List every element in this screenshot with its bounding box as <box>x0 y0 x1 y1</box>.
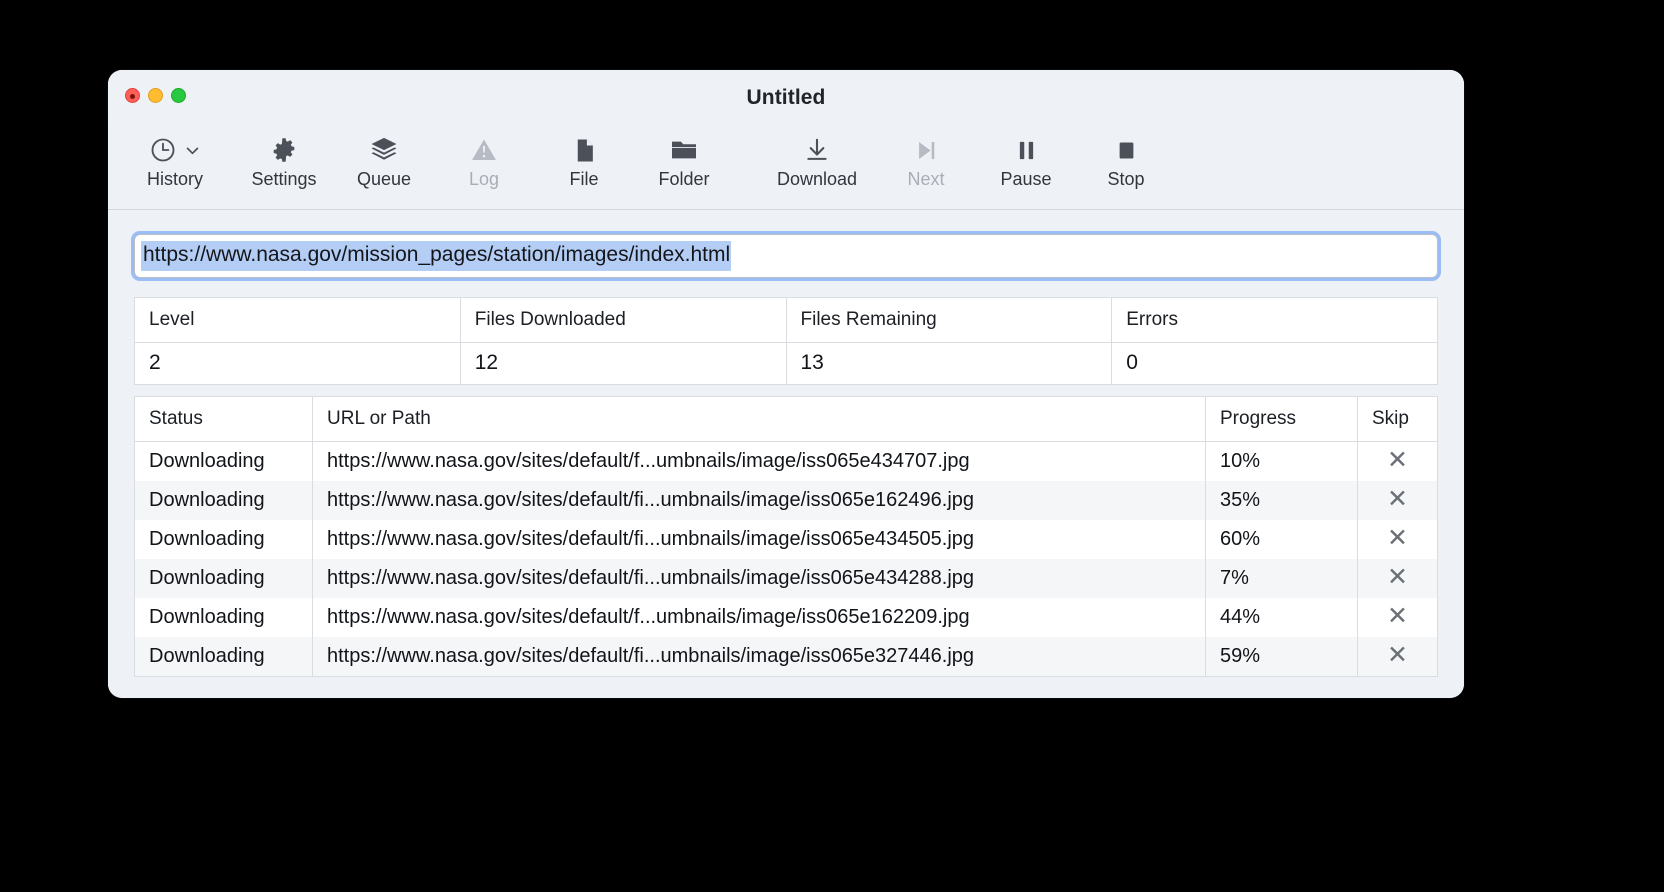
toolbar-button-settings[interactable]: Settings <box>234 126 334 188</box>
document-icon <box>571 132 598 168</box>
row-progress: 44% <box>1205 598 1358 637</box>
row-url: https://www.nasa.gov/sites/default/fi...… <box>312 520 1206 559</box>
row-skip-cell[interactable]: ✕ <box>1357 637 1438 677</box>
downloads-header-progress[interactable]: Progress <box>1205 396 1358 442</box>
stats-value-files-downloaded: 12 <box>460 342 787 385</box>
toolbar-button-history[interactable]: History <box>116 126 234 188</box>
download-arrow-icon <box>803 132 831 168</box>
downloads-table: Status URL or Path Progress Skip Downloa… <box>134 396 1438 677</box>
row-status: Downloading <box>134 559 313 598</box>
stats-panel: Level Files Downloaded Files Remaining E… <box>134 297 1438 385</box>
downloads-header-skip[interactable]: Skip <box>1357 396 1438 442</box>
toolbar-label-folder: Folder <box>658 169 710 189</box>
toolbar-button-folder[interactable]: Folder <box>634 126 734 188</box>
stats-value-files-remaining: 13 <box>786 342 1113 385</box>
downloads-header-status[interactable]: Status <box>134 396 313 442</box>
stats-header-level: Level <box>134 297 461 343</box>
stop-square-icon <box>1114 132 1139 168</box>
toolbar-label-stop: Stop <box>1107 169 1145 189</box>
window-titlebar: Untitled <box>108 70 1464 126</box>
desktop-background: Untitled History Settings Queue Log File… <box>0 0 1664 892</box>
toolbar-label-next: Next <box>907 169 945 189</box>
window-title: Untitled <box>746 86 826 109</box>
toolbar-button-file[interactable]: File <box>534 126 634 188</box>
toolbar-button-next: Next <box>876 126 976 188</box>
chevron-down-icon[interactable] <box>184 132 201 168</box>
stats-value-level: 2 <box>134 342 461 385</box>
table-row[interactable]: Downloading https://www.nasa.gov/sites/d… <box>134 598 1438 637</box>
downloads-header-row: Status URL or Path Progress Skip <box>134 396 1438 442</box>
row-progress: 10% <box>1205 441 1358 481</box>
gear-icon <box>270 132 298 168</box>
skip-close-icon[interactable]: ✕ <box>1387 604 1408 629</box>
skip-close-icon[interactable]: ✕ <box>1387 448 1408 473</box>
stats-table: Level Files Downloaded Files Remaining E… <box>134 297 1438 385</box>
table-row[interactable]: Downloading https://www.nasa.gov/sites/d… <box>134 481 1438 520</box>
table-row[interactable]: Downloading https://www.nasa.gov/sites/d… <box>134 559 1438 598</box>
toolbar-label-pause: Pause <box>1000 169 1052 189</box>
skip-close-icon[interactable]: ✕ <box>1387 643 1408 668</box>
app-window: Untitled History Settings Queue Log File… <box>108 70 1464 698</box>
stats-value-errors: 0 <box>1111 342 1438 385</box>
toolbar-label-log: Log <box>468 169 500 189</box>
toolbar-label-download: Download <box>776 169 858 189</box>
row-skip-cell[interactable]: ✕ <box>1357 598 1438 637</box>
url-input-value[interactable]: https://www.nasa.gov/mission_pages/stati… <box>141 241 732 271</box>
pause-icon <box>1013 132 1040 168</box>
skip-close-icon[interactable]: ✕ <box>1387 565 1408 590</box>
stats-header-row: Level Files Downloaded Files Remaining E… <box>134 297 1438 343</box>
row-progress: 35% <box>1205 481 1358 520</box>
row-skip-cell[interactable]: ✕ <box>1357 441 1438 481</box>
toolbar-button-log: Log <box>434 126 534 188</box>
downloads-panel: Status URL or Path Progress Skip Downloa… <box>134 396 1438 677</box>
row-progress: 59% <box>1205 637 1358 677</box>
row-progress: 60% <box>1205 520 1358 559</box>
stats-header-files-downloaded: Files Downloaded <box>460 297 787 343</box>
stats-value-row: 2 12 13 0 <box>134 342 1438 385</box>
url-input[interactable]: https://www.nasa.gov/mission_pages/stati… <box>134 234 1438 278</box>
row-url: https://www.nasa.gov/sites/default/fi...… <box>312 481 1206 520</box>
main-toolbar: History Settings Queue Log File Folder D… <box>108 126 1464 210</box>
window-content: https://www.nasa.gov/mission_pages/stati… <box>108 210 1464 698</box>
row-url: https://www.nasa.gov/sites/default/f...u… <box>312 598 1206 637</box>
skip-close-icon[interactable]: ✕ <box>1387 526 1408 551</box>
stats-header-files-remaining: Files Remaining <box>786 297 1113 343</box>
toolbar-right-group: Download Next Pause Stop <box>758 126 1176 210</box>
toolbar-button-download[interactable]: Download <box>758 126 876 188</box>
row-progress: 7% <box>1205 559 1358 598</box>
toolbar-button-pause[interactable]: Pause <box>976 126 1076 188</box>
row-status: Downloading <box>134 481 313 520</box>
row-status: Downloading <box>134 598 313 637</box>
clock-icon <box>149 132 177 168</box>
table-row[interactable]: Downloading https://www.nasa.gov/sites/d… <box>134 520 1438 559</box>
folder-icon <box>669 132 699 168</box>
toolbar-left-group: History Settings Queue Log File Folder <box>116 126 734 210</box>
toolbar-label-file: File <box>569 169 599 189</box>
row-skip-cell[interactable]: ✕ <box>1357 559 1438 598</box>
history-icon-row <box>149 132 201 168</box>
toolbar-label-settings: Settings <box>251 169 317 189</box>
toolbar-button-stop[interactable]: Stop <box>1076 126 1176 188</box>
table-row[interactable]: Downloading https://www.nasa.gov/sites/d… <box>134 441 1438 481</box>
row-url: https://www.nasa.gov/sites/default/f...u… <box>312 441 1206 481</box>
toolbar-label-history: History <box>146 169 203 189</box>
table-row[interactable]: Downloading https://www.nasa.gov/sites/d… <box>134 637 1438 677</box>
toolbar-label-log-queue: Queue <box>356 169 412 189</box>
layers-icon <box>369 132 399 168</box>
toolbar-button-queue[interactable]: Queue <box>334 126 434 188</box>
row-url: https://www.nasa.gov/sites/default/fi...… <box>312 559 1206 598</box>
row-skip-cell[interactable]: ✕ <box>1357 481 1438 520</box>
row-status: Downloading <box>134 637 313 677</box>
skip-next-icon <box>913 132 940 168</box>
warning-triangle-icon <box>470 132 498 168</box>
row-status: Downloading <box>134 441 313 481</box>
downloads-header-url[interactable]: URL or Path <box>312 396 1206 442</box>
skip-close-icon[interactable]: ✕ <box>1387 487 1408 512</box>
row-url: https://www.nasa.gov/sites/default/fi...… <box>312 637 1206 677</box>
stats-header-errors: Errors <box>1111 297 1438 343</box>
row-skip-cell[interactable]: ✕ <box>1357 520 1438 559</box>
row-status: Downloading <box>134 520 313 559</box>
